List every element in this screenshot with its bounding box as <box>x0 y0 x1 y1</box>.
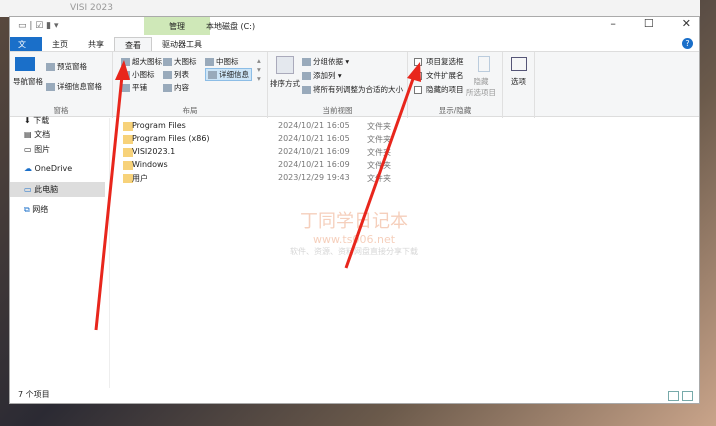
annotation-arrows <box>94 60 421 331</box>
red-arrowhead <box>115 60 130 80</box>
red-arrow-extensions <box>344 75 416 269</box>
red-arrowhead <box>407 62 421 82</box>
red-arrow-view-tab <box>94 75 124 331</box>
